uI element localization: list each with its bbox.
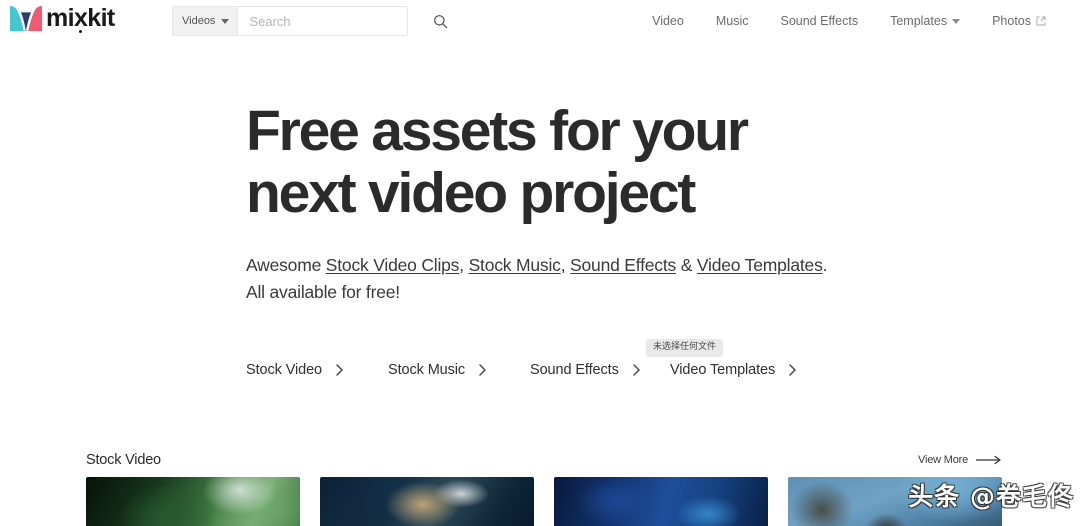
page-title: Free assets for your next video project — [246, 99, 749, 225]
nav-item-photos[interactable]: Photos — [976, 14, 1062, 28]
thumbnail-circuit-board-clip[interactable] — [554, 477, 768, 526]
nav-item-video[interactable]: Video — [636, 14, 700, 28]
chevron-right-icon — [336, 364, 344, 376]
chevron-right-icon — [632, 364, 641, 376]
hero-sub-sep-1: , — [459, 255, 469, 275]
search-category-label: Videos — [182, 15, 216, 27]
arrow-right-icon — [976, 455, 1001, 465]
logo-dot — [78, 30, 82, 33]
search-input[interactable] — [238, 7, 434, 35]
nav-item-music[interactable]: Music — [700, 14, 765, 28]
nav-label: Music — [715, 14, 749, 28]
category-label: Stock Video — [246, 362, 323, 378]
chevron-right-icon — [789, 364, 797, 376]
external-link-icon — [1036, 16, 1046, 26]
category-label: Sound Effects — [530, 362, 619, 378]
stock-video-section-header: Stock Video View More — [86, 452, 1002, 468]
hero-sub-sep-3: & — [676, 255, 697, 275]
nav-label: Sound Effects — [780, 14, 859, 28]
site-header: mixkit Videos Video Music S — [0, 0, 1080, 42]
view-more-button[interactable]: View More — [918, 454, 1002, 466]
search-category-select[interactable]: Videos — [173, 7, 239, 35]
nav-item-templates[interactable]: Templates — [874, 14, 976, 28]
nav-label: Photos — [992, 14, 1031, 28]
nav-label: Templates — [890, 14, 948, 28]
nav-label: Video — [652, 14, 684, 28]
category-link-stock-music[interactable]: Stock Music — [388, 362, 530, 378]
category-link-sound-effects[interactable]: Sound Effects — [530, 362, 670, 378]
section-title: Stock Video — [86, 452, 161, 468]
file-upload-tooltip: 未选择任何文件 — [646, 339, 724, 357]
chevron-down-icon — [221, 18, 230, 24]
hero-link-stock-music[interactable]: Stock Music — [469, 255, 561, 275]
chevron-right-icon — [479, 364, 487, 376]
logo-wordmark: mixkit — [46, 4, 115, 33]
hero-sub-sep-2: , — [560, 255, 571, 275]
category-label: Video Templates — [670, 362, 776, 378]
hero-sub-end: . — [822, 255, 828, 275]
site-logo[interactable]: mixkit — [10, 4, 115, 33]
hero-link-stock-video-clips[interactable]: Stock Video Clips — [326, 255, 460, 275]
stock-video-thumbnail-row — [86, 477, 1002, 526]
category-links-row: Stock Video Stock Music Sound Effects Vi… — [246, 362, 797, 378]
hero-sub-line-2: All available for free! — [246, 282, 400, 302]
chevron-down-icon — [952, 19, 961, 24]
hero-link-sound-effects[interactable]: Sound Effects — [570, 255, 676, 275]
hero-subtitle: Awesome Stock Video Clips, Stock Music, … — [246, 252, 886, 306]
category-link-stock-video[interactable]: Stock Video — [246, 362, 388, 378]
thumbnail-aerial-coastline-clip[interactable] — [320, 477, 534, 526]
page-root: mixkit Videos Video Music S — [0, 0, 1080, 526]
category-link-video-templates[interactable]: Video Templates — [670, 362, 797, 378]
category-label: Stock Music — [388, 362, 466, 378]
logo-wordmark-text: mixkit — [46, 4, 115, 32]
nav-item-sound-effects[interactable]: Sound Effects — [764, 14, 874, 28]
search-icon — [434, 14, 448, 28]
mixkit-logo-icon — [10, 6, 42, 31]
search-bar[interactable]: Videos — [172, 6, 448, 36]
hero-sub-prefix: Awesome — [246, 255, 326, 275]
watermark-overlay: 头条 @卷毛佟 — [908, 482, 1074, 512]
thumbnail-green-leaves-clip[interactable] — [86, 477, 300, 526]
view-more-label: View More — [918, 454, 968, 466]
main-navigation: Video Music Sound Effects Templates Phot… — [636, 0, 1062, 42]
hero-link-video-templates[interactable]: Video Templates — [697, 255, 823, 275]
watermark-text: 头条 @卷毛佟 — [908, 482, 1074, 511]
search-button[interactable] — [433, 7, 448, 35]
hero-section: Free assets for your next video project … — [246, 100, 1066, 306]
